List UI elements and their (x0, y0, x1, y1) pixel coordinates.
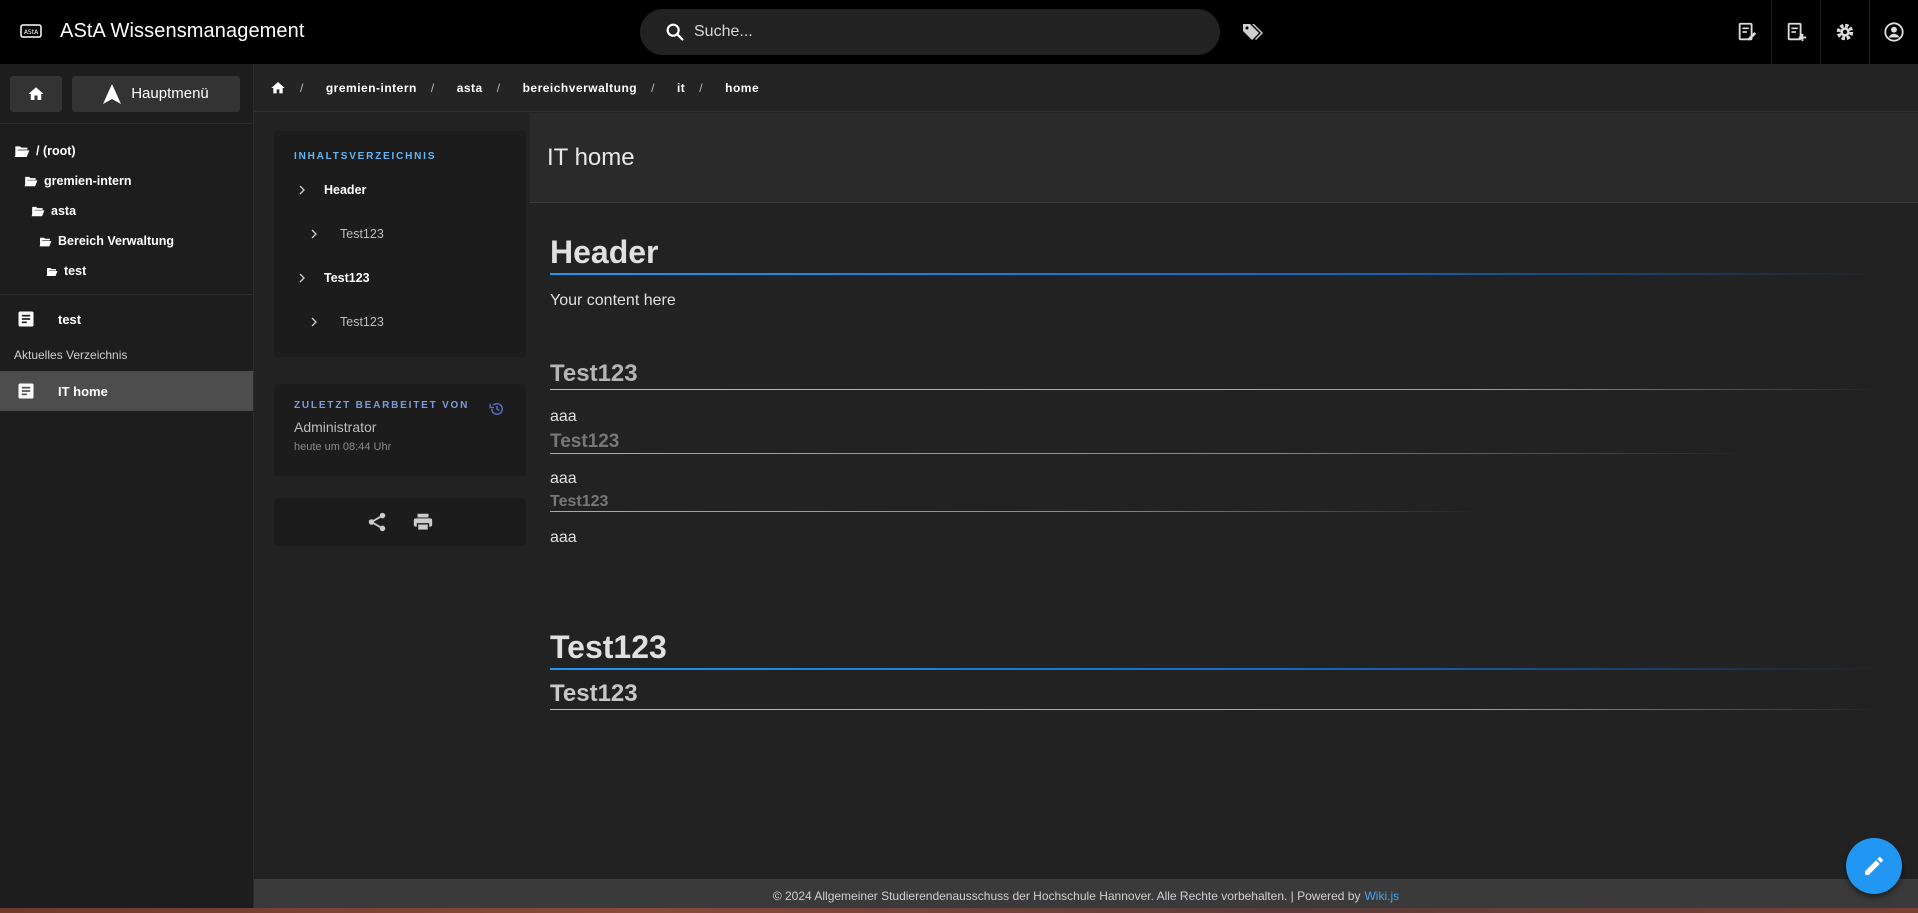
new-page-icon (1785, 21, 1807, 43)
tree-item-label: gremien-intern (44, 174, 132, 188)
tree-item-label: Bereich Verwaltung (58, 234, 175, 248)
main-menu-button[interactable]: Hauptmenü (72, 75, 240, 112)
home-icon (27, 85, 45, 103)
breadcrumb: / gremien-intern / asta / bereichverwalt… (254, 64, 1918, 112)
folder-tree: / (root) gremien-intern asta Bereich Ver… (0, 124, 253, 295)
tags-icon[interactable] (1240, 20, 1264, 44)
sidebar-top: Hauptmenü (0, 64, 253, 124)
search-input[interactable] (694, 23, 1174, 41)
breadcrumb-separator: / (496, 80, 501, 95)
account-button[interactable] (1869, 0, 1918, 64)
home-button[interactable] (10, 75, 62, 112)
paragraph: aaa (550, 408, 577, 425)
heading-4: Test123 (550, 493, 1880, 512)
pencil-icon (1862, 854, 1886, 878)
last-edited-name: Administrator (294, 419, 377, 435)
new-page-button[interactable] (1771, 0, 1820, 64)
heading-3: Test123 (550, 431, 1880, 454)
paragraph: aaa (550, 529, 577, 546)
breadcrumb-item[interactable]: it (677, 81, 685, 95)
toc-item-label: Test123 (340, 315, 384, 329)
edit-page-fab[interactable] (1846, 838, 1902, 894)
chevron-right-icon (294, 270, 310, 286)
breadcrumb-item[interactable]: asta (457, 81, 483, 95)
account-icon (1883, 21, 1905, 43)
bottom-strip (0, 908, 1918, 913)
last-edited-heading: ZULETZT BEARBEITET VON (294, 400, 470, 411)
breadcrumb-separator: / (651, 80, 655, 95)
breadcrumb-separator: / (430, 80, 435, 95)
folder-open-icon (24, 175, 38, 187)
search-box[interactable] (640, 9, 1220, 55)
top-bar: AStA AStA Wissensmanagement (0, 0, 1918, 64)
breadcrumb-item[interactable]: home (725, 81, 759, 95)
edit-page-icon (1736, 21, 1758, 43)
sidebar: Hauptmenü / (root) gremien-intern asta B… (0, 64, 254, 913)
page-title: IT home (547, 143, 635, 171)
paragraph: aaa (550, 470, 577, 487)
settings-icon (1834, 21, 1856, 43)
toc-item-label: Test123 (324, 271, 370, 285)
print-icon[interactable] (412, 511, 434, 533)
toc-item[interactable]: Header (294, 168, 526, 212)
chevron-right-icon (306, 226, 322, 242)
sidebar-page-label: test (58, 311, 82, 327)
folder-open-icon (31, 205, 45, 217)
breadcrumb-home-icon[interactable] (270, 80, 286, 96)
folder-open-icon (46, 266, 58, 277)
heading-2: Test123 (550, 360, 1880, 390)
table-of-contents: INHALTSVERZEICHNIS Header Test123 Test12… (274, 131, 526, 357)
breadcrumb-item[interactable]: gremien-intern (326, 81, 417, 95)
last-edited-date: heute um 08:44 Uhr (294, 441, 392, 453)
tree-item-label: asta (51, 204, 77, 218)
toc-item[interactable]: Test123 (294, 300, 526, 344)
header-actions (1722, 0, 1918, 64)
paragraph: Your content here (550, 292, 676, 309)
breadcrumb-separator: / (699, 80, 704, 95)
heading-2: Test123 (550, 680, 1880, 710)
document-icon (16, 309, 36, 329)
toc-item-label: Header (324, 183, 367, 197)
toc-item[interactable]: Test123 (294, 256, 526, 300)
toc-heading: INHALTSVERZEICHNIS (294, 151, 437, 162)
tree-item-gremien-intern[interactable]: gremien-intern (0, 166, 253, 196)
folder-open-icon (14, 144, 30, 158)
last-edited-card: ZULETZT BEARBEITET VON Administrator heu… (274, 384, 526, 476)
folder-open-icon (39, 236, 52, 247)
app-title[interactable]: AStA Wissensmanagement (60, 20, 305, 43)
page-title-bar: IT home (530, 113, 1918, 203)
tree-item-label: test (64, 264, 87, 278)
sidebar-page-label: IT home (58, 383, 108, 399)
document-icon (16, 381, 36, 401)
tree-item-label: / (root) (36, 144, 76, 158)
chevron-right-icon (306, 314, 322, 330)
toc-item[interactable]: Test123 (294, 212, 526, 256)
edit-page-button[interactable] (1722, 0, 1771, 64)
settings-button[interactable] (1820, 0, 1869, 64)
sidebar-page-it-home[interactable]: IT home (0, 371, 253, 411)
current-directory-label: Aktuelles Verzeichnis (14, 348, 128, 362)
tree-item-asta[interactable]: asta (0, 196, 253, 226)
wikijs-link[interactable]: Wiki.js (1364, 889, 1399, 903)
logo-icon[interactable]: AStA (20, 20, 42, 42)
tree-item-root[interactable]: / (root) (0, 136, 253, 166)
share-icon[interactable] (366, 511, 388, 533)
heading-1: Test123 (550, 629, 1880, 670)
breadcrumb-item[interactable]: bereichverwaltung (523, 81, 638, 95)
breadcrumb-separator: / (300, 80, 304, 95)
footer-text: © 2024 Allgemeiner Studierendenausschuss… (772, 889, 1361, 903)
tree-item-bereich-verwaltung[interactable]: Bereich Verwaltung (0, 226, 253, 256)
toc-item-label: Test123 (340, 227, 384, 241)
svg-text:AStA: AStA (24, 29, 39, 36)
history-icon[interactable] (488, 400, 506, 418)
page-actions (274, 498, 526, 546)
heading-1: Header (550, 234, 1880, 275)
chevron-right-icon (294, 182, 310, 198)
main-menu-label: Hauptmenü (131, 85, 209, 102)
navigation-arrow-icon (103, 83, 122, 104)
tree-item-test[interactable]: test (0, 256, 253, 286)
page-content: Header Your content here Test123 aaa Tes… (550, 203, 1880, 710)
sidebar-page-test[interactable]: test (0, 299, 253, 339)
search-icon (664, 21, 686, 43)
